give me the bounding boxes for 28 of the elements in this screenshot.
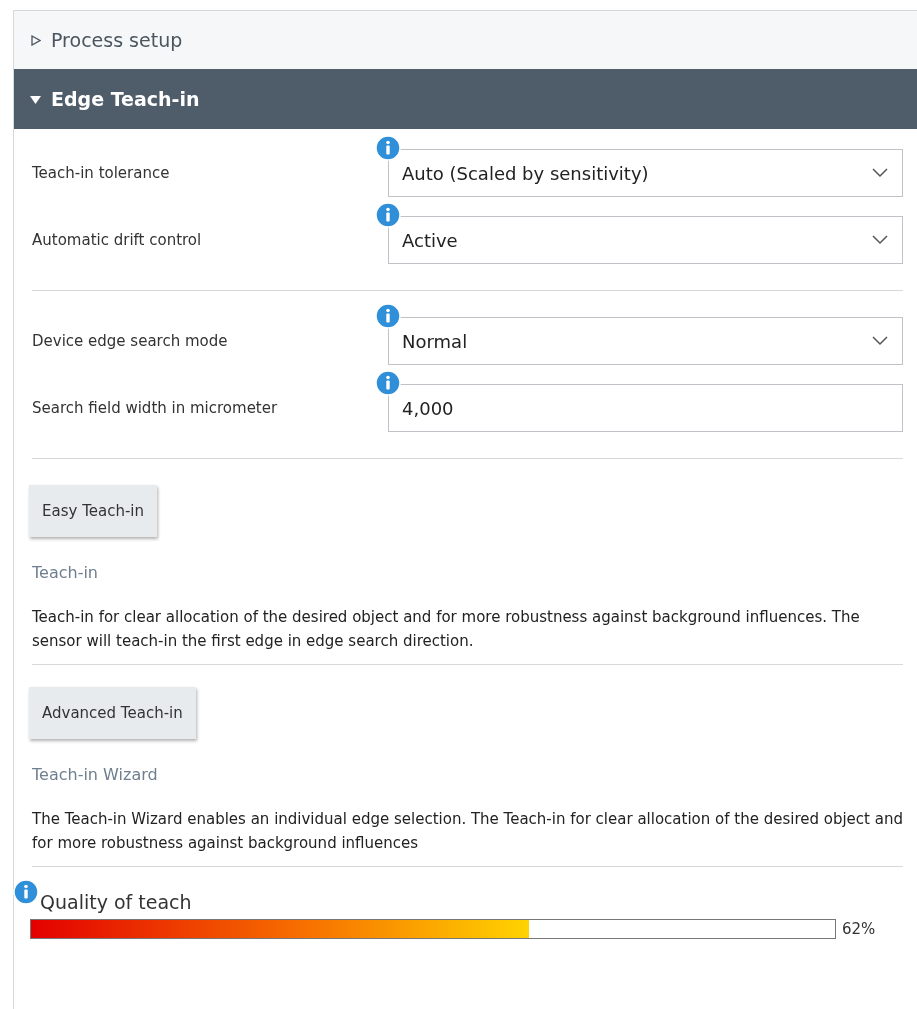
section-header[interactable]: Edge Teach-in: [14, 69, 917, 129]
quality-label: Quality of teach: [40, 891, 193, 913]
dropdown[interactable]: Normal: [388, 317, 903, 365]
triangle-down-icon: [30, 93, 41, 105]
info-icon[interactable]: [375, 303, 401, 329]
input-field[interactable]: 4,000: [388, 384, 903, 432]
progress-reading: 62%: [842, 920, 876, 938]
info-icon[interactable]: [375, 135, 401, 161]
field-label: Search field width in micrometer: [32, 399, 279, 417]
dropdown[interactable]: Active: [388, 216, 903, 264]
info-icon[interactable]: [375, 370, 401, 396]
triangle-right-icon: [30, 34, 41, 46]
section-header[interactable]: Process setup: [14, 11, 917, 69]
field-label: Automatic drift control: [32, 231, 203, 249]
chevron-down-icon: [872, 235, 888, 245]
field-label: Teach-in tolerance: [32, 164, 171, 182]
info-icon[interactable]: [13, 879, 39, 905]
description: Teach-in for clear allocation of the desired object and for more robustness against background influences. The sensor will teach-in the first edge in edge search direction.: [32, 607, 861, 652]
info-icon[interactable]: [375, 202, 401, 228]
field-label: Device edge search mode: [32, 332, 229, 350]
subtitle: Teach-in Wizard: [32, 765, 159, 784]
chevron-down-icon: [872, 336, 888, 346]
teach-in-button[interactable]: Easy Teach-in: [29, 485, 157, 537]
chevron-down-icon: [872, 168, 888, 178]
description: The Teach-in Wizard enables an individual edge selection. The Teach-in for clear allocation of the desired object and for more robustness against background influences: [32, 809, 903, 854]
subtitle: Teach-in: [32, 563, 99, 582]
dropdown[interactable]: Auto (Scaled by sensitivity): [388, 149, 903, 197]
teach-in-button[interactable]: Advanced Teach-in: [29, 687, 196, 739]
